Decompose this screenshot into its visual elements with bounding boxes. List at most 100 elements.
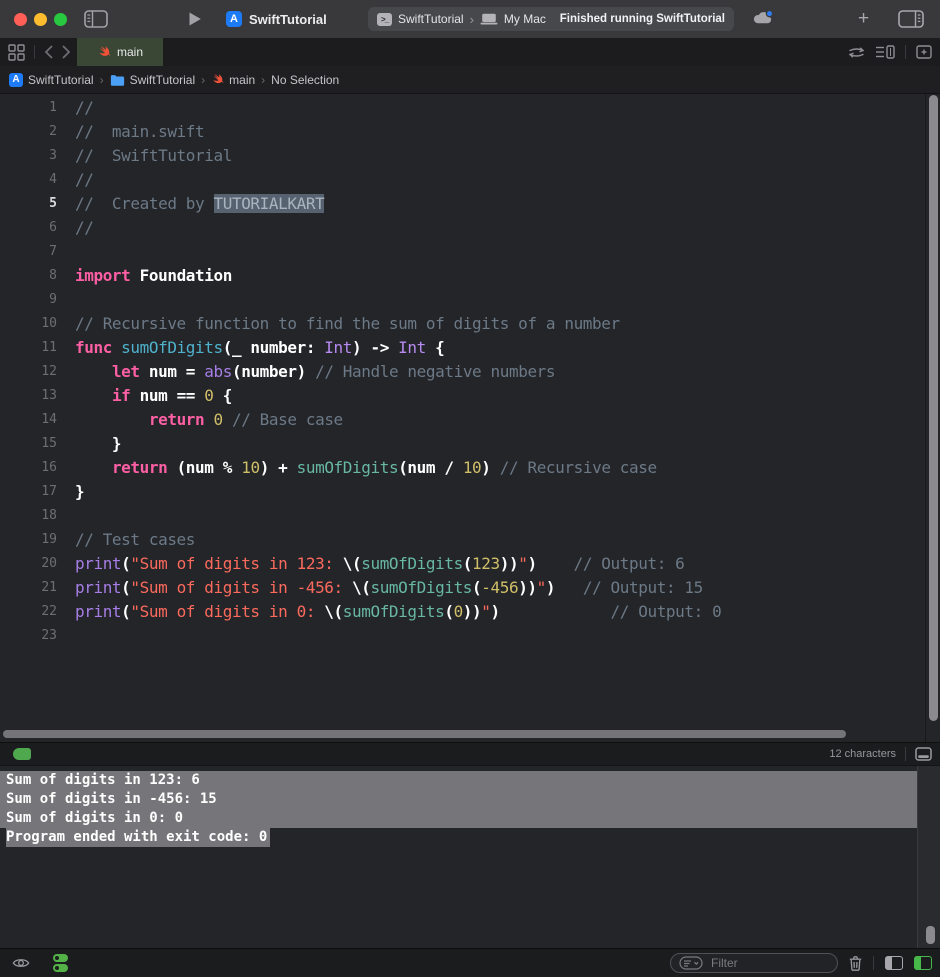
code-line[interactable]: 18: [0, 504, 940, 528]
code-line[interactable]: 15 }: [0, 432, 940, 456]
code-line[interactable]: 5// Created by TUTORIALKART: [0, 192, 940, 216]
code-text: if num == 0 {: [75, 384, 232, 408]
variables-pane-toggle-icon[interactable]: [885, 956, 903, 970]
line-number[interactable]: 22: [0, 600, 57, 624]
console-output[interactable]: Sum of digits in 123: 6Sum of digits in …: [0, 766, 940, 948]
line-number[interactable]: 11: [0, 336, 57, 360]
breadcrumb-label: SwiftTutorial: [130, 73, 196, 87]
line-number[interactable]: 5: [0, 192, 57, 216]
code-line[interactable]: 1//: [0, 96, 940, 120]
line-number[interactable]: 17: [0, 480, 57, 504]
editor-overview-button[interactable]: [8, 44, 25, 61]
code-text: import Foundation: [75, 264, 232, 288]
line-number[interactable]: 7: [0, 240, 57, 264]
code-line[interactable]: 9: [0, 288, 940, 312]
code-review-button[interactable]: [848, 46, 865, 59]
code-line[interactable]: 3 // SwiftTutorial: [0, 144, 940, 168]
console-line[interactable]: Sum of digits in 123: 6: [0, 771, 917, 790]
code-line[interactable]: 20print("Sum of digits in 123: \(sumOfDi…: [0, 552, 940, 576]
code-line[interactable]: 4//: [0, 168, 940, 192]
chevron-right-icon: ›: [100, 73, 104, 87]
code-text: return 0 // Base case: [75, 408, 343, 432]
console-scrollbar-track[interactable]: [917, 766, 940, 948]
line-number[interactable]: 10: [0, 312, 57, 336]
clear-console-button[interactable]: [849, 956, 862, 971]
console-line[interactable]: Program ended with exit code: 0: [0, 828, 917, 847]
activity-status: Finished running SwiftTutorial: [560, 13, 725, 25]
code-text: // SwiftTutorial: [75, 144, 232, 168]
line-number[interactable]: 3: [0, 144, 57, 168]
chevron-right-icon: ›: [201, 73, 205, 87]
line-number[interactable]: 1: [0, 96, 57, 120]
nav-back-button[interactable]: [44, 45, 53, 59]
add-editor-button[interactable]: [916, 45, 932, 59]
line-number[interactable]: 21: [0, 576, 57, 600]
breadcrumb-item-file[interactable]: main: [211, 73, 255, 87]
code-line[interactable]: 17}: [0, 480, 940, 504]
line-number[interactable]: 9: [0, 288, 57, 312]
scheme-project-label[interactable]: SwiftTutorial: [398, 12, 464, 26]
console-pane-icon[interactable]: [915, 747, 932, 761]
adjust-output-button[interactable]: [12, 957, 30, 969]
breadcrumb-item-selection[interactable]: No Selection: [271, 73, 339, 87]
editor-vertical-scrollbar[interactable]: [929, 95, 938, 721]
breadcrumb-item-project[interactable]: A SwiftTutorial: [9, 73, 94, 87]
code-text: print("Sum of digits in -456: \(sumOfDig…: [75, 576, 703, 600]
scheme-destination-label[interactable]: My Mac: [504, 12, 546, 26]
code-line[interactable]: 14 return 0 // Base case: [0, 408, 940, 432]
line-number[interactable]: 6: [0, 216, 57, 240]
console-line[interactable]: Sum of digits in -456: 15: [0, 790, 917, 809]
code-text: //: [75, 216, 93, 240]
line-number[interactable]: 4: [0, 168, 57, 192]
code-line[interactable]: 16 return (num % 10) + sumOfDigits(num /…: [0, 456, 940, 480]
navigator-sidebar-toggle-button[interactable]: [84, 10, 108, 28]
code-editor[interactable]: 1//2// main.swift3// SwiftTutorial4//5//…: [0, 94, 940, 742]
project-icon: A: [9, 73, 23, 87]
line-number[interactable]: 18: [0, 504, 57, 528]
add-tab-button[interactable]: +: [858, 9, 869, 29]
console-scrollbar-thumb[interactable]: [926, 926, 935, 944]
code-line[interactable]: 12 let num = abs(number) // Handle negat…: [0, 360, 940, 384]
variables-view-toggle-button[interactable]: [53, 954, 68, 972]
scheme-selector[interactable]: >_ SwiftTutorial › My Mac Finished runni…: [368, 7, 734, 31]
code-line[interactable]: 19// Test cases: [0, 528, 940, 552]
chevron-right-icon: ›: [470, 13, 474, 26]
line-number[interactable]: 19: [0, 528, 57, 552]
code-line[interactable]: 6 //: [0, 216, 940, 240]
line-number[interactable]: 15: [0, 432, 57, 456]
line-number[interactable]: 12: [0, 360, 57, 384]
code-line[interactable]: 7: [0, 240, 940, 264]
run-button[interactable]: [188, 11, 202, 27]
nav-forward-button[interactable]: [62, 45, 71, 59]
line-number[interactable]: 2: [0, 120, 57, 144]
mac-icon: [480, 13, 498, 25]
filter-input[interactable]: [709, 955, 829, 971]
line-number[interactable]: 8: [0, 264, 57, 288]
code-line[interactable]: 11 func sumOfDigits(_ number: Int) -> Int…: [0, 336, 940, 360]
minimize-button[interactable]: [34, 13, 47, 26]
code-text: func sumOfDigits(_ number: Int) -> Int {: [75, 336, 444, 360]
console-pane-toggle-icon[interactable]: [914, 956, 932, 970]
tab-main[interactable]: main: [77, 38, 163, 66]
code-line[interactable]: 22print("Sum of digits in 0: \(sumOfDigi…: [0, 600, 940, 624]
inspector-sidebar-toggle-button[interactable]: [898, 10, 924, 28]
console-line[interactable]: Sum of digits in 0: 0: [0, 809, 917, 828]
editor-horizontal-scrollbar[interactable]: [3, 730, 846, 738]
breadcrumb-item-group[interactable]: SwiftTutorial: [110, 73, 196, 87]
line-number[interactable]: 14: [0, 408, 57, 432]
code-line[interactable]: 21 print("Sum of digits in -456: \(sumOfD…: [0, 576, 940, 600]
line-number[interactable]: 23: [0, 624, 57, 648]
cloud-sync-button[interactable]: [752, 9, 775, 26]
zoom-button[interactable]: [54, 13, 67, 26]
editor-options-button[interactable]: [875, 45, 895, 59]
code-line[interactable]: 23: [0, 624, 940, 648]
code-line[interactable]: 2// main.swift: [0, 120, 940, 144]
line-number[interactable]: 20: [0, 552, 57, 576]
console-filter-field[interactable]: [670, 953, 838, 973]
close-button[interactable]: [14, 13, 27, 26]
code-line[interactable]: 8 import Foundation: [0, 264, 940, 288]
code-line[interactable]: 10// Recursive function to find the sum …: [0, 312, 940, 336]
code-line[interactable]: 13 if num == 0 {: [0, 384, 940, 408]
line-number[interactable]: 16: [0, 456, 57, 480]
line-number[interactable]: 13: [0, 384, 57, 408]
